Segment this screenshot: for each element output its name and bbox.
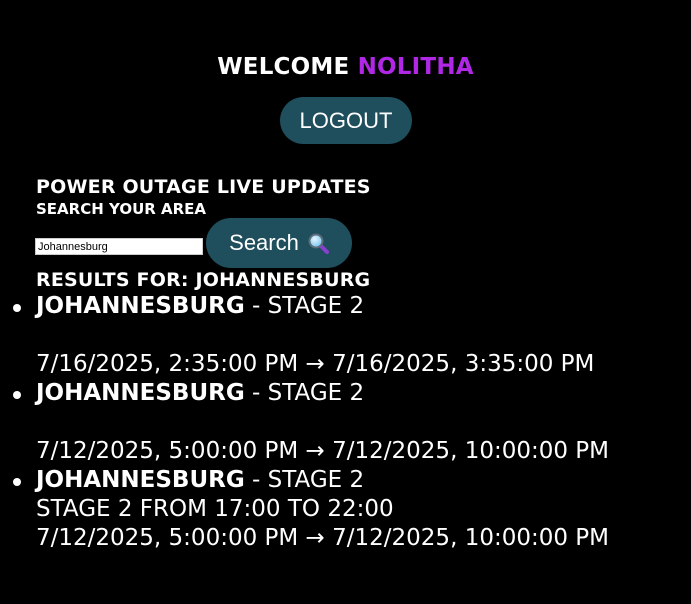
result-separator: - [244,467,268,493]
bullet-icon [13,391,21,399]
section-title: POWER OUTAGE LIVE UPDATES [36,176,371,198]
bullet-icon [13,304,21,312]
results-title: RESULTS FOR: JOHANNESBURG [36,269,371,291]
result-description [36,321,609,350]
result-area: JOHANNESBURG [36,467,245,493]
welcome-heading: WELCOME NOLITHA [0,54,691,80]
result-time-range: 7/16/2025, 2:35:00 PM → 7/16/2025, 3:35:… [36,351,595,377]
result-time-range: 7/12/2025, 5:00:00 PM → 7/12/2025, 10:00… [36,525,610,551]
bullet-icon [13,478,21,486]
result-item: JOHANNESBURG - STAGE 2 STAGE 2 FROM 17:0… [13,466,610,553]
result-stage: STAGE 2 [267,293,365,319]
result-stage: STAGE 2 [267,467,365,493]
result-item: JOHANNESBURG - STAGE 2 7/16/2025, 2:35:0… [13,292,609,379]
result-description [36,408,609,437]
result-area: JOHANNESBURG [36,380,245,406]
result-item: JOHANNESBURG - STAGE 2 7/12/2025, 5:00:0… [13,379,610,466]
result-heading: JOHANNESBURG - STAGE 2 [36,292,609,321]
result-heading: JOHANNESBURG - STAGE 2 [36,466,609,495]
result-description: STAGE 2 FROM 17:00 TO 22:00 [36,496,394,522]
search-button-label: Search [229,230,299,255]
magnifying-glass-icon [307,232,329,254]
result-area: JOHANNESBURG [36,293,245,319]
username: NOLITHA [357,54,474,80]
logout-button[interactable]: LOGOUT [280,97,412,144]
result-separator: - [244,380,268,406]
welcome-label: WELCOME [217,54,350,80]
results-list: JOHANNESBURG - STAGE 2 7/16/2025, 2:35:0… [13,292,610,553]
search-input[interactable] [35,238,203,255]
result-heading: JOHANNESBURG - STAGE 2 [36,379,609,408]
result-time-range: 7/12/2025, 5:00:00 PM → 7/12/2025, 10:00… [36,438,610,464]
result-separator: - [244,293,268,319]
result-stage: STAGE 2 [267,380,365,406]
search-button[interactable]: Search [206,218,352,268]
section-subtitle: SEARCH YOUR AREA [36,200,207,218]
